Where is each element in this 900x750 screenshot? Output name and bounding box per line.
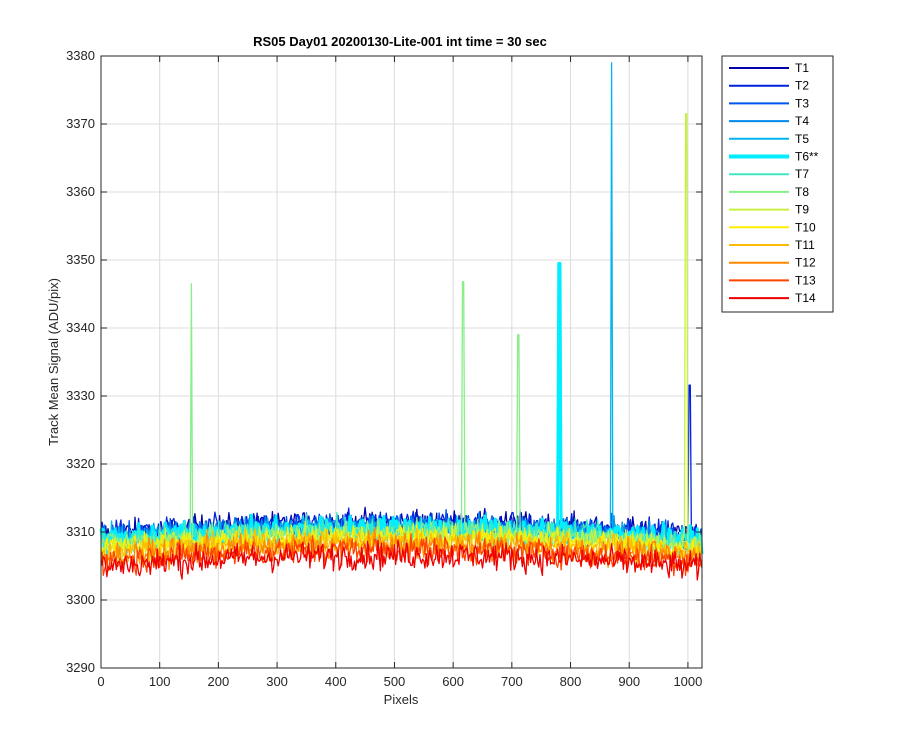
legend-label: T9: [795, 203, 809, 217]
legend-box: [721, 55, 834, 313]
x-tick-label: 300: [266, 674, 288, 689]
legend-label: T8: [795, 185, 809, 199]
legend-label: T13: [795, 273, 816, 287]
y-axis-label: Track Mean Signal (ADU/pix): [46, 278, 61, 446]
legend-label: T4: [795, 114, 809, 128]
legend-label: T10: [795, 220, 816, 234]
legend: T1 T2 T3 T4 T5 T6** T7 T8 T9 T10 T11 T12 T13 T14: [721, 55, 834, 313]
chart-title: RS05 Day01 20200130-Lite-001 int time = …: [253, 34, 547, 49]
x-tick-label: 500: [384, 674, 406, 689]
x-tick-label: 700: [501, 674, 523, 689]
legend-label: T14: [795, 291, 816, 305]
legend-label: T6**: [795, 150, 819, 164]
y-tick-label: 3350: [66, 252, 95, 267]
y-tick-label: 3320: [66, 456, 95, 471]
x-tick-label: 400: [325, 674, 347, 689]
x-tick-label: 200: [208, 674, 230, 689]
y-tick-label: 3360: [66, 184, 95, 199]
x-axis-label: Pixels: [384, 692, 419, 707]
legend-label: T5: [795, 132, 809, 146]
x-tick-label: 100: [149, 674, 171, 689]
legend-label: T3: [795, 96, 809, 110]
y-tick-label: 3290: [66, 660, 95, 675]
legend-label: T7: [795, 167, 809, 181]
legend-label: T12: [795, 256, 816, 270]
x-tick-label: 800: [560, 674, 582, 689]
legend-label: T11: [795, 238, 815, 252]
y-tick-label: 3310: [66, 524, 95, 539]
legend-label: T1: [795, 61, 809, 75]
y-tick-label: 3300: [66, 592, 95, 607]
y-tick-label: 3340: [66, 320, 95, 335]
legend-label: T2: [795, 79, 809, 93]
y-tick-label: 3330: [66, 388, 95, 403]
x-tick-label: 600: [442, 674, 464, 689]
x-tick-label: 900: [618, 674, 640, 689]
y-tick-label: 3380: [66, 48, 95, 63]
x-tick-label: 0: [97, 674, 104, 689]
x-tick-label: 1000: [673, 674, 702, 689]
chart: RS05 Day01 20200130-Lite-001 int time = …: [0, 0, 900, 750]
y-tick-label: 3370: [66, 116, 95, 131]
